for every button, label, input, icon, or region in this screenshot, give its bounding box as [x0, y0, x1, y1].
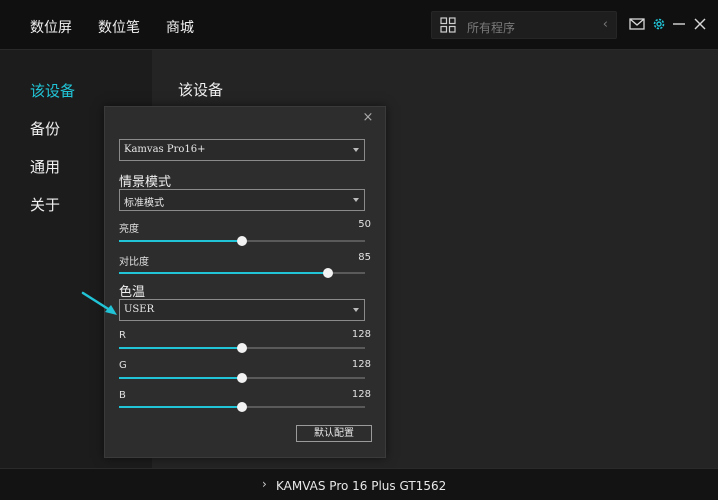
device-select-value: Kamvas Pro16+ — [124, 144, 206, 155]
red-value: 128 — [351, 329, 371, 340]
profile-select[interactable]: 标准模式 — [119, 189, 365, 211]
nav-tab-pen[interactable]: 数位笔 — [98, 17, 140, 37]
annotation-arrow-icon — [81, 291, 117, 315]
apps-grid-icon — [440, 17, 456, 33]
green-label: G — [119, 360, 127, 371]
bottom-bar: › KAMVAS Pro 16 Plus GT1562 — [0, 468, 718, 500]
slider-thumb[interactable] — [237, 373, 247, 383]
sidebar-item-general[interactable]: 通用 — [30, 156, 60, 177]
brightness-slider[interactable] — [119, 236, 365, 246]
display-settings-dialog: × Kamvas Pro16+ 情景模式 标准模式 亮度 50 对比度 85 色… — [104, 106, 386, 458]
slider-thumb[interactable] — [237, 236, 247, 246]
sidebar-item-this-device[interactable]: 该设备 — [30, 80, 75, 101]
color-temp-label: 色温 — [119, 285, 146, 300]
profile-label: 情景模式 — [119, 175, 172, 190]
close-icon[interactable] — [694, 17, 706, 31]
blue-label: B — [119, 390, 126, 401]
contrast-label: 对比度 — [119, 257, 149, 268]
slider-thumb[interactable] — [323, 268, 334, 278]
green-slider[interactable] — [119, 373, 365, 383]
profile-select-value: 标准模式 — [124, 198, 164, 209]
color-temp-select[interactable]: USER — [119, 299, 365, 321]
chevron-right-icon[interactable]: › — [262, 477, 267, 491]
slider-thumb[interactable] — [237, 343, 247, 353]
green-value: 128 — [351, 359, 371, 370]
device-name[interactable]: KAMVAS Pro 16 Plus GT1562 — [276, 479, 446, 493]
reset-default-button[interactable]: 默认配置 — [296, 425, 372, 442]
top-bar: 数位屏 数位笔 商城 所有程序 ‹ — [0, 0, 718, 50]
chevron-left-icon[interactable]: ‹ — [603, 17, 608, 32]
blue-slider[interactable] — [119, 402, 365, 412]
color-temp-select-value: USER — [124, 304, 155, 315]
page-title: 该设备 — [178, 81, 224, 99]
red-slider[interactable] — [119, 343, 365, 353]
chevron-down-icon — [353, 198, 359, 202]
red-label: R — [119, 330, 126, 341]
minimize-icon[interactable] — [673, 17, 685, 31]
mail-icon[interactable] — [629, 17, 645, 31]
slider-thumb[interactable] — [237, 402, 247, 412]
sidebar-item-about[interactable]: 关于 — [30, 194, 60, 215]
sidebar-item-backup[interactable]: 备份 — [30, 118, 60, 139]
program-search[interactable]: 所有程序 ‹ — [431, 11, 617, 39]
brightness-label: 亮度 — [119, 224, 139, 235]
chevron-down-icon — [353, 148, 359, 152]
brightness-value: 50 — [358, 219, 371, 230]
nav-tab-store[interactable]: 商城 — [166, 17, 194, 37]
search-placeholder: 所有程序 — [467, 21, 516, 35]
chevron-down-icon — [353, 308, 359, 312]
gear-icon[interactable] — [652, 17, 666, 31]
close-icon[interactable]: × — [361, 111, 375, 125]
contrast-value: 85 — [358, 252, 371, 263]
contrast-slider[interactable] — [119, 268, 365, 278]
nav-tab-display[interactable]: 数位屏 — [30, 17, 72, 37]
device-select[interactable]: Kamvas Pro16+ — [119, 139, 365, 161]
blue-value: 128 — [351, 389, 371, 400]
